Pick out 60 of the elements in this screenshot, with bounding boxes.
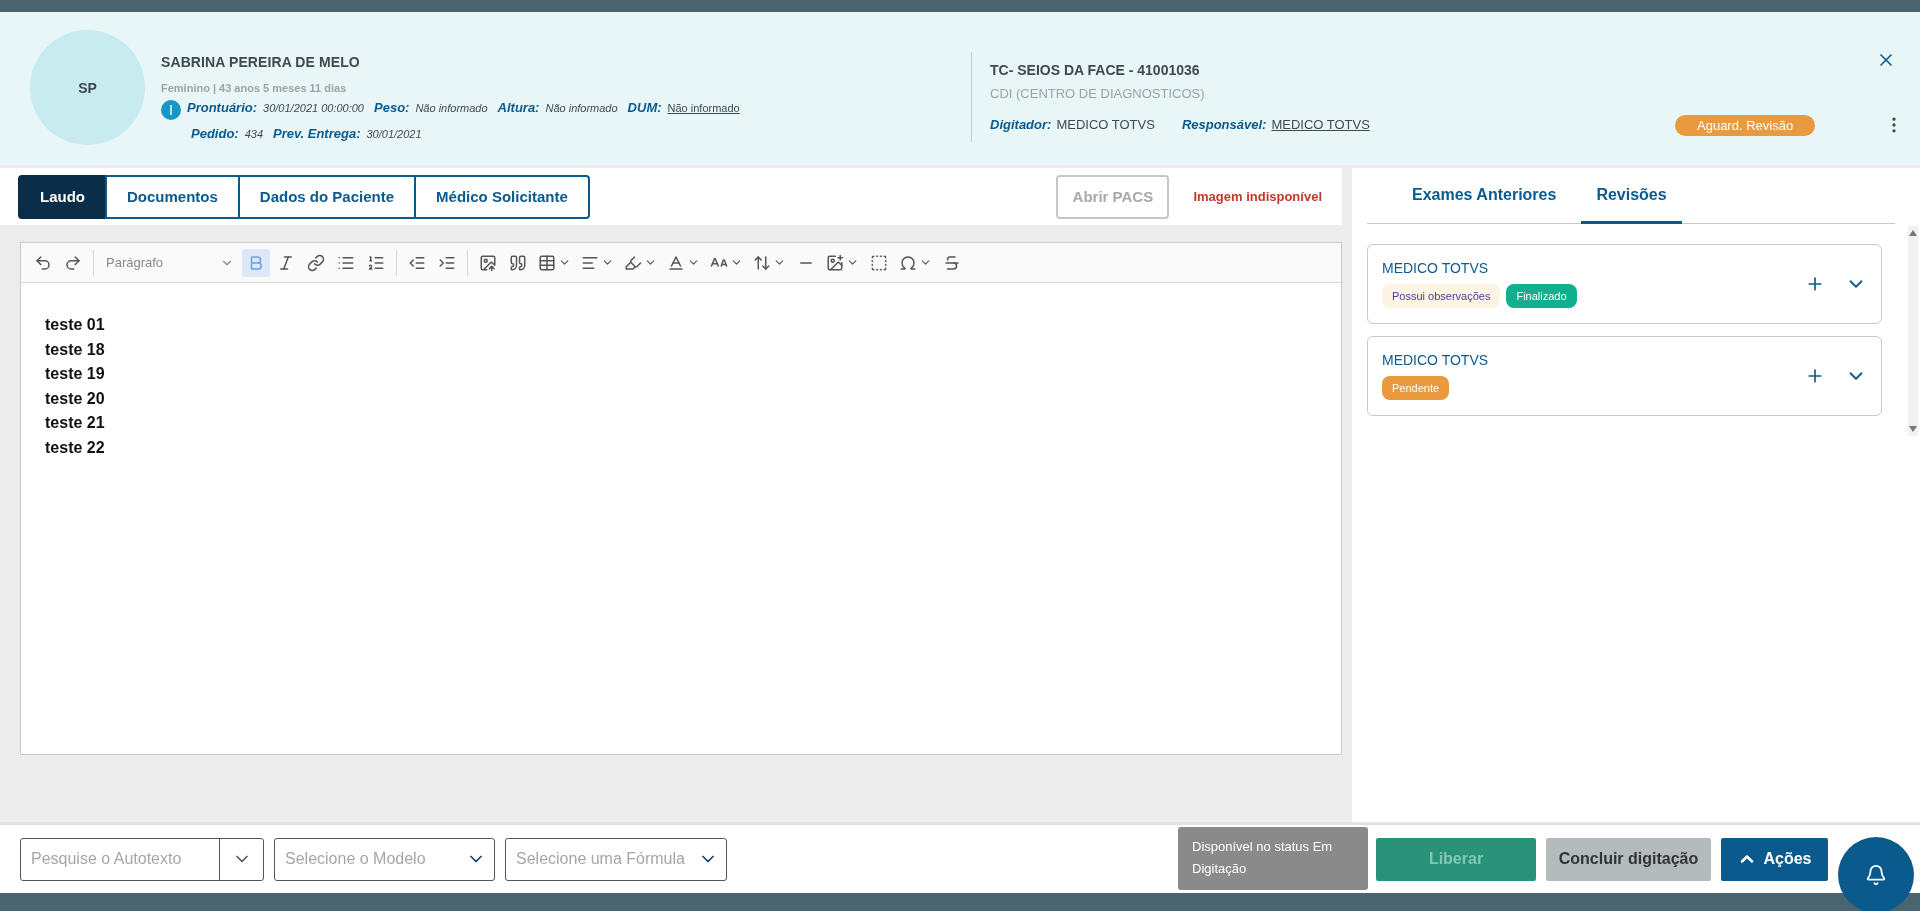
- finish-typing-button[interactable]: Concluir digitação: [1546, 837, 1711, 881]
- input-field[interactable]: Selecione uma Fórmula: [514, 849, 690, 869]
- field-value: 30/01/2021 00:00:00: [263, 102, 364, 114]
- image-status: Imagem indisponível: [1193, 189, 1322, 204]
- field-value: MEDICO TOTVS: [1056, 117, 1155, 132]
- select-field[interactable]: Selecione o Modelo: [274, 837, 495, 881]
- field-label: Peso:: [374, 100, 410, 115]
- special-characters-icon[interactable]: [899, 253, 917, 272]
- status-tag: Possui observações: [1382, 284, 1501, 308]
- field-value: Não informado: [545, 102, 618, 114]
- field-label: Prontuário:: [187, 100, 258, 115]
- select-field[interactable]: Selecione uma Fórmula: [505, 837, 727, 881]
- reviewer-name: MEDICO TOTVS: [1382, 260, 1490, 276]
- field-value: 434: [244, 128, 264, 140]
- tab[interactable]: Médico Solicitante: [414, 174, 590, 219]
- highlighter-icon[interactable]: [624, 253, 642, 272]
- exam-unit: CDI (CENTRO DE DIAGNOSTICOS): [990, 86, 1206, 101]
- exam-title: TC- SEIOS DA FACE - 41001036: [990, 62, 1201, 78]
- input-field[interactable]: Pesquise o Autotexto: [29, 849, 219, 869]
- editor-text-line: teste 19: [45, 364, 106, 384]
- field-label: DUM:: [627, 100, 662, 115]
- reviewer-name: MEDICO TOTVS: [1382, 352, 1490, 368]
- field-label: Prev. Entrega:: [273, 126, 361, 141]
- editor-text-line: teste 22: [45, 437, 106, 458]
- search-field[interactable]: Pesquise o Autotexto: [20, 837, 264, 881]
- actions-button[interactable]: Ações: [1721, 837, 1828, 881]
- field-value: 30/01/2021: [366, 128, 422, 140]
- info-icon[interactable]: [161, 100, 181, 120]
- editor-text-line: teste 21: [45, 413, 106, 433]
- field-label: Altura:: [497, 100, 540, 115]
- field-value: Não informado: [415, 102, 488, 114]
- block-format-select[interactable]: Parágrafo: [100, 248, 240, 277]
- tab[interactable]: Revisões: [1581, 168, 1682, 224]
- tooltip-text: Disponível no status Em Digitação: [1192, 837, 1334, 878]
- editor-text-line: teste 18: [45, 339, 106, 360]
- status-tag: Finalizado: [1506, 284, 1577, 308]
- field-link[interactable]: Não informado: [667, 102, 740, 114]
- text-editor[interactable]: Parágrafo teste 01 teste 18 teste 19 teste 20 teste 21 teste 22: [20, 242, 1342, 755]
- avatar-initials: SP: [30, 30, 145, 145]
- field-label: Responsável:: [1181, 117, 1267, 132]
- patient-summary: Feminino | 43 anos 5 meses 11 dias: [161, 82, 348, 94]
- field-label: Digitador:: [990, 117, 1052, 132]
- tab[interactable]: Laudo: [18, 174, 107, 219]
- tab[interactable]: Dados do Paciente: [237, 174, 417, 219]
- bold-icon[interactable]: [242, 248, 270, 277]
- patient-name: SABRINA PEREIRA DE MELO: [161, 54, 361, 70]
- table-icon[interactable]: [538, 253, 556, 272]
- status-badge: Aguard. Revisão: [1675, 115, 1816, 136]
- editor-text-line: teste 01: [45, 315, 106, 335]
- tab[interactable]: Exames Anteriores: [1397, 168, 1572, 224]
- field-link[interactable]: MEDICO TOTVS: [1271, 117, 1370, 132]
- field-label: Pedido:: [191, 126, 239, 141]
- font-color-icon[interactable]: [667, 253, 685, 272]
- editor-text-line: teste 20: [45, 388, 106, 409]
- line-height-icon[interactable]: [753, 253, 771, 272]
- tab[interactable]: Documentos: [105, 174, 240, 219]
- input-field[interactable]: Selecione o Modelo: [283, 849, 458, 869]
- scrollbar[interactable]: [1908, 226, 1918, 436]
- insert-image-icon[interactable]: [826, 253, 844, 272]
- status-tag: Pendente: [1382, 376, 1450, 400]
